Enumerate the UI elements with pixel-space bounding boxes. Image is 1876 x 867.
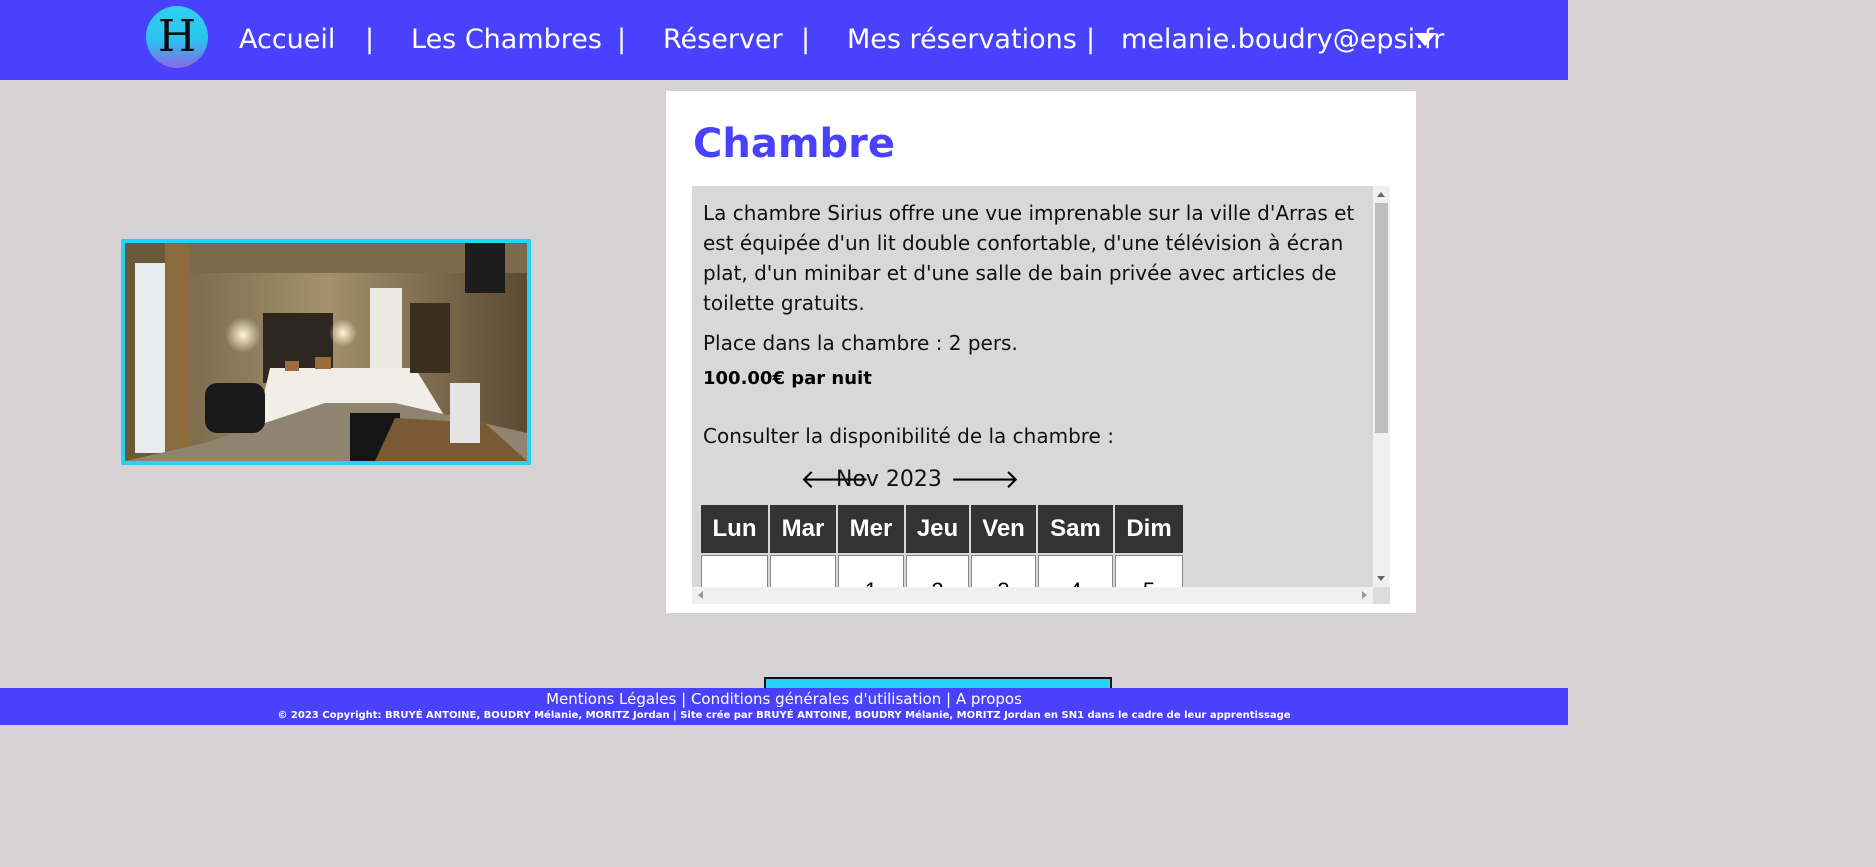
footer-link-mentions-legales[interactable]: Mentions Légales [546, 690, 676, 708]
nav-separator: | [801, 24, 811, 55]
room-details-scroll-panel[interactable]: La chambre Sirius offre une vue imprenab… [692, 186, 1390, 604]
scroll-left-icon[interactable] [698, 591, 703, 599]
room-photo [121, 239, 531, 465]
weekday-header: Ven [971, 505, 1036, 553]
room-title: Chambre [693, 121, 895, 167]
vertical-scrollbar[interactable] [1373, 186, 1390, 587]
user-email-menu[interactable]: melanie.boudry@epsi.fr [1121, 22, 1444, 58]
footer-separator: | [945, 690, 952, 708]
room-photo-illustration [125, 243, 527, 461]
footer-link-a-propos[interactable]: A propos [956, 690, 1022, 708]
caret-down-icon[interactable] [1414, 33, 1436, 46]
top-navbar: H Accueil | Les Chambres | Réserver | Me… [0, 0, 1568, 80]
availability-label: Consulter la disponibilité de la chambre… [703, 424, 1114, 448]
nav-separator: | [617, 24, 627, 55]
arrow-right-icon[interactable]: 🡒 [950, 465, 1020, 495]
footer-separator: | [681, 690, 687, 708]
scrollbar-corner [1373, 587, 1390, 604]
weekday-header: Lun [701, 505, 768, 553]
scroll-right-icon[interactable] [1362, 591, 1367, 599]
weekday-header: Dim [1115, 505, 1183, 553]
nav-link-chambres[interactable]: Les Chambres [411, 22, 602, 58]
scroll-down-icon[interactable] [1377, 576, 1385, 581]
nav-link-accueil[interactable]: Accueil [239, 22, 335, 58]
weekday-header: Mar [770, 505, 836, 553]
room-card: Chambre La chambre Sirius offre une vue … [666, 91, 1416, 613]
weekday-header: Sam [1038, 505, 1113, 553]
room-price: 100.00€ par nuit [703, 368, 872, 389]
scroll-up-icon[interactable] [1377, 192, 1385, 197]
scrollbar-thumb[interactable] [1375, 203, 1388, 433]
logo-letter: H [157, 11, 197, 62]
footer-link-cgu[interactable]: Conditions générales d'utilisation [691, 690, 941, 708]
nav-link-mes-reservations[interactable]: Mes réservations [847, 22, 1077, 58]
calendar-month: Nov 2023 [836, 467, 942, 492]
room-capacity: Place dans la chambre : 2 pers. [703, 331, 1018, 355]
weekday-header: Mer [838, 505, 904, 553]
calendar-header-row: Lun Mar Mer Jeu Ven Sam Dim [701, 505, 1183, 553]
nav-separator: | [365, 24, 375, 55]
site-logo[interactable]: H [146, 6, 208, 68]
room-description: La chambre Sirius offre une vue imprenab… [703, 201, 1355, 315]
footer: Mentions Légales | Conditions générales … [0, 688, 1568, 725]
horizontal-scrollbar[interactable] [692, 587, 1373, 604]
nav-separator: | [1086, 24, 1096, 55]
copyright-text: © 2023 Copyright: BRUYÉ ANTOINE, BOUDRY … [277, 710, 1291, 721]
weekday-header: Jeu [906, 505, 969, 553]
footer-links: Mentions Légales | Conditions générales … [0, 689, 1568, 709]
nav-link-reserver[interactable]: Réserver [663, 22, 783, 58]
